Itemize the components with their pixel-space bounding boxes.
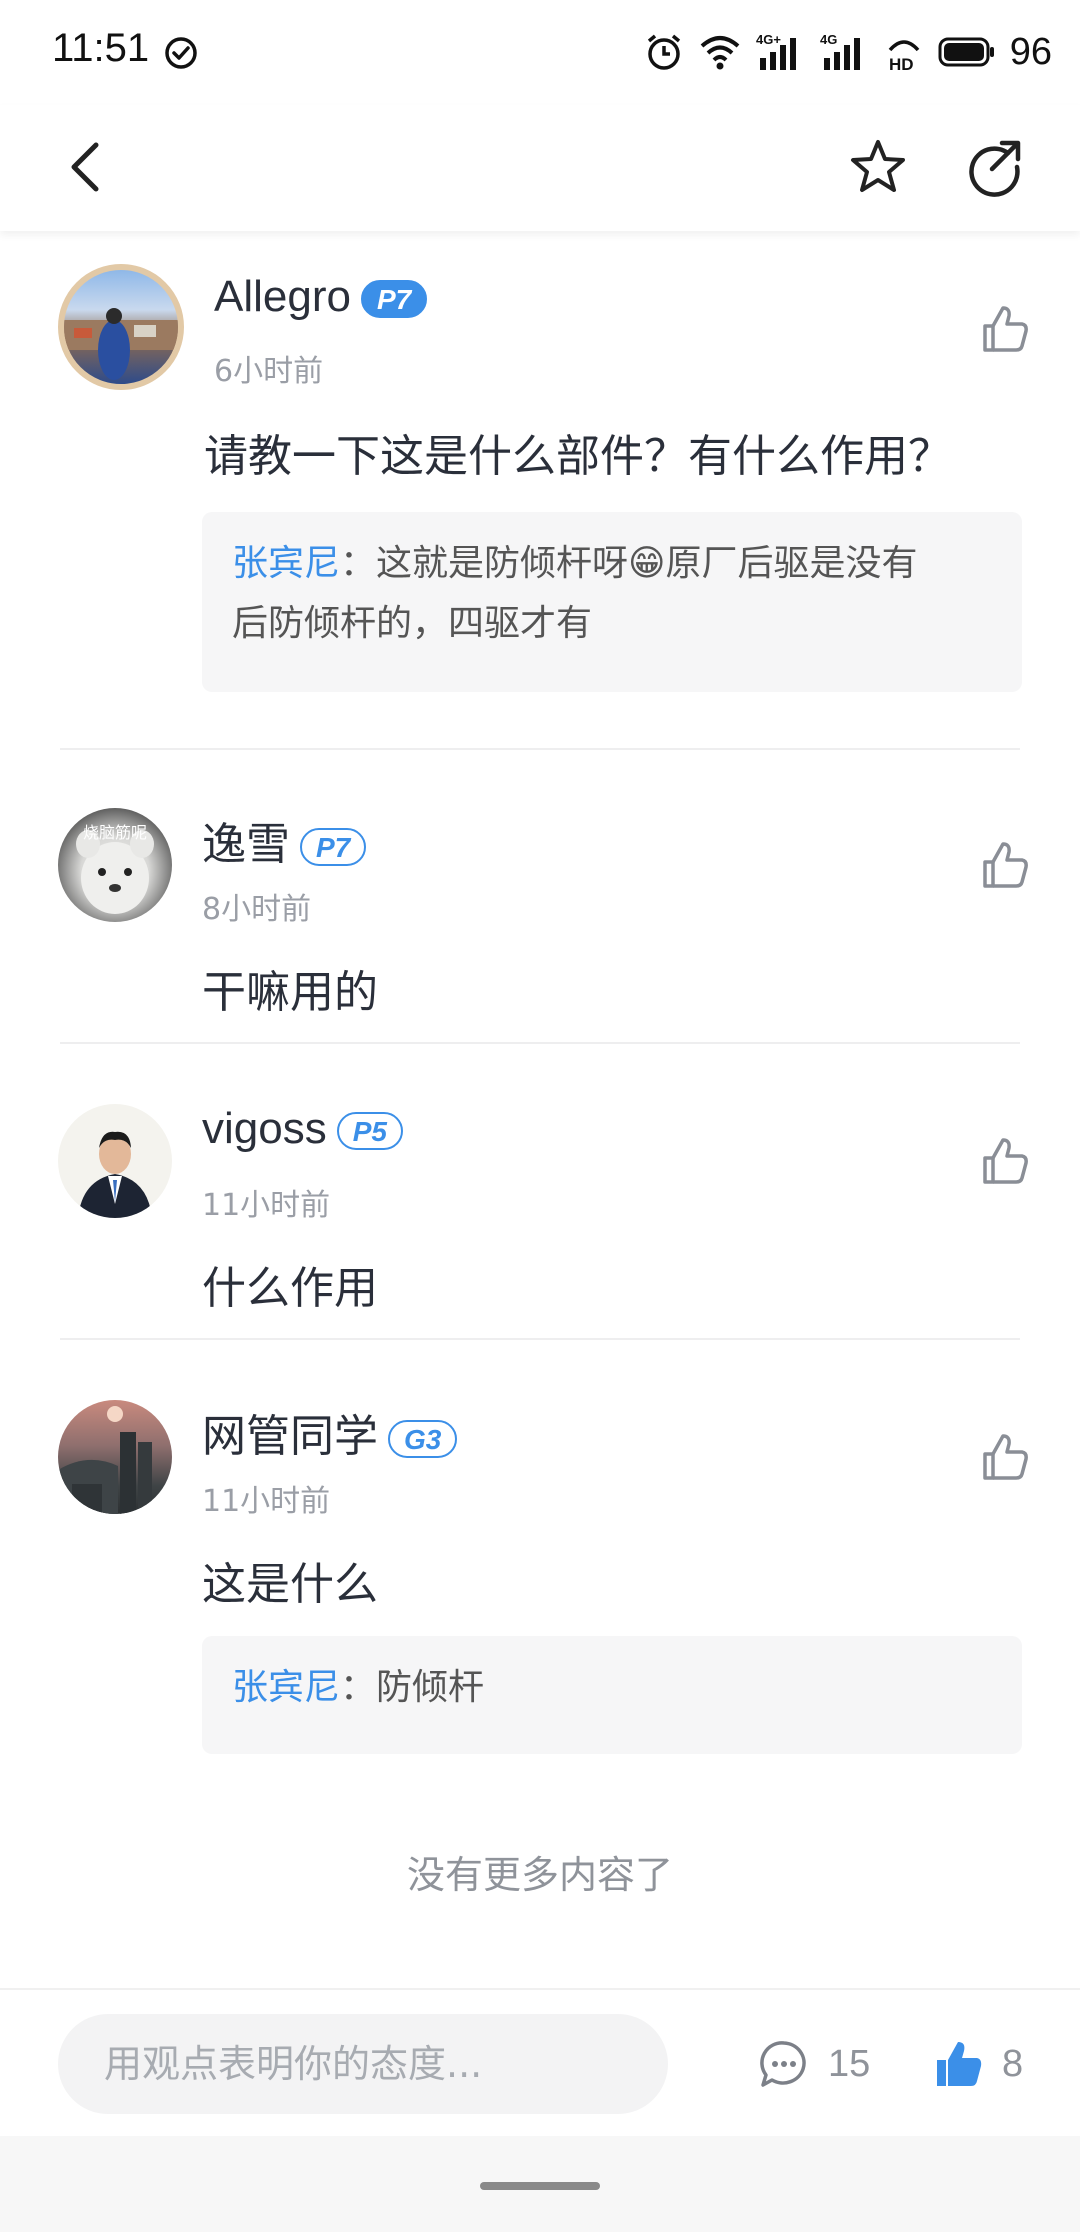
comment-time: 8小时前: [202, 892, 312, 927]
reply-line: 张宾尼：这就是防倾杆呀😁原厂后驱是没有: [232, 543, 918, 584]
status-icons: 4G+ 4G HD 96: [644, 30, 1052, 74]
comment-text: 什么作用: [202, 1263, 378, 1314]
share-button[interactable]: [952, 125, 1036, 209]
status-time: 11:51: [52, 26, 150, 70]
battery-icon: [938, 37, 994, 67]
reply-box[interactable]: 张宾尼：防倾杆: [202, 1636, 1022, 1754]
comment-bubble-icon: [760, 2041, 806, 2087]
user-name[interactable]: Allegro P7: [214, 272, 428, 322]
home-indicator[interactable]: [480, 2182, 600, 2190]
avatar[interactable]: [58, 264, 184, 390]
nav-bar: [0, 105, 1080, 231]
back-button[interactable]: [44, 125, 128, 209]
comment-input[interactable]: 用观点表明你的态度...: [58, 2014, 668, 2114]
comment-time: 11小时前: [202, 1188, 331, 1223]
like-button[interactable]: [970, 830, 1040, 900]
divider: [60, 1042, 1020, 1044]
check-circle-icon: [165, 37, 197, 69]
thumbs-up-filled-icon: [937, 2042, 982, 2086]
status-bar: 11:51 4G+ 4G HD 96: [0, 0, 1080, 105]
battery-level: 96: [1009, 30, 1052, 73]
reply-author[interactable]: 张宾尼: [232, 1667, 340, 1708]
comment-count: 15: [828, 2042, 871, 2085]
avatar[interactable]: 烧脑筋呢: [58, 808, 172, 922]
like-post-button[interactable]: 8: [934, 2014, 1023, 2114]
avatar[interactable]: [58, 1400, 172, 1514]
divider: [60, 748, 1020, 750]
signal-4g-plus-icon: 4G+: [756, 32, 796, 70]
svg-text:烧脑筋呢: 烧脑筋呢: [83, 823, 147, 842]
user-name[interactable]: 逸雪 P7: [202, 808, 367, 872]
star-icon: [851, 140, 905, 192]
reply-line: 张宾尼：防倾杆: [232, 1667, 485, 1708]
comment-text: 这是什么: [202, 1559, 378, 1610]
reply-text: 这就是防倾杆呀😁原厂后驱是没有: [376, 543, 918, 584]
reply-box[interactable]: 张宾尼：这就是防倾杆呀😁原厂后驱是没有 后防倾杆的，四驱才有: [202, 512, 1022, 692]
comment-time: 11小时前: [202, 1484, 331, 1519]
thumbs-up-icon: [983, 306, 1028, 352]
user-name[interactable]: vigoss P5: [202, 1104, 403, 1154]
divider: [60, 1338, 1020, 1340]
bottom-bar: 用观点表明你的态度... 15 8: [0, 1988, 1080, 2136]
svg-text:4G+: 4G+: [756, 32, 781, 47]
hd-voice-icon: HD: [888, 40, 920, 72]
like-button[interactable]: [970, 1126, 1040, 1196]
thumbs-up-icon: [983, 1434, 1028, 1480]
thumbs-up-icon: [983, 842, 1028, 888]
level-badge: P7: [360, 280, 428, 319]
no-more-content: 没有更多内容了: [406, 1853, 673, 1897]
comment-text: 请教一下这是什么部件？有什么作用？: [204, 431, 952, 482]
like-button[interactable]: [970, 294, 1040, 364]
gesture-area: [0, 2136, 1080, 2232]
svg-text:HD: HD: [889, 55, 914, 72]
comments-button[interactable]: 15: [758, 2014, 870, 2114]
share-icon: [969, 140, 1021, 197]
user-name[interactable]: 网管同学 G3: [202, 1400, 458, 1464]
thumbs-up-icon: [983, 1138, 1028, 1184]
wifi-icon: [700, 36, 740, 70]
reply-line: 后防倾杆的，四驱才有: [232, 603, 593, 644]
avatar-image: [64, 308, 178, 380]
like-button[interactable]: [970, 1422, 1040, 1492]
avatar[interactable]: [58, 1104, 172, 1218]
avatar-image: [78, 1131, 152, 1218]
avatar-image: [58, 1406, 152, 1514]
signal-4g-icon: 4G: [820, 32, 860, 70]
favorite-button[interactable]: [836, 125, 920, 209]
alarm-icon: [647, 34, 680, 70]
reply-text: 防倾杆: [376, 1667, 485, 1708]
svg-text:4G: 4G: [820, 32, 837, 47]
level-badge: P7: [300, 828, 367, 867]
like-count: 8: [1002, 2042, 1024, 2085]
chevron-left-icon: [71, 142, 99, 192]
level-badge: P5: [336, 1112, 403, 1151]
comment-text: 干嘛用的: [202, 967, 378, 1018]
avatar-image: 烧脑筋呢: [76, 823, 154, 914]
reply-author[interactable]: 张宾尼: [232, 543, 340, 584]
comment-time: 6小时前: [214, 354, 324, 389]
level-badge: G3: [388, 1420, 458, 1459]
